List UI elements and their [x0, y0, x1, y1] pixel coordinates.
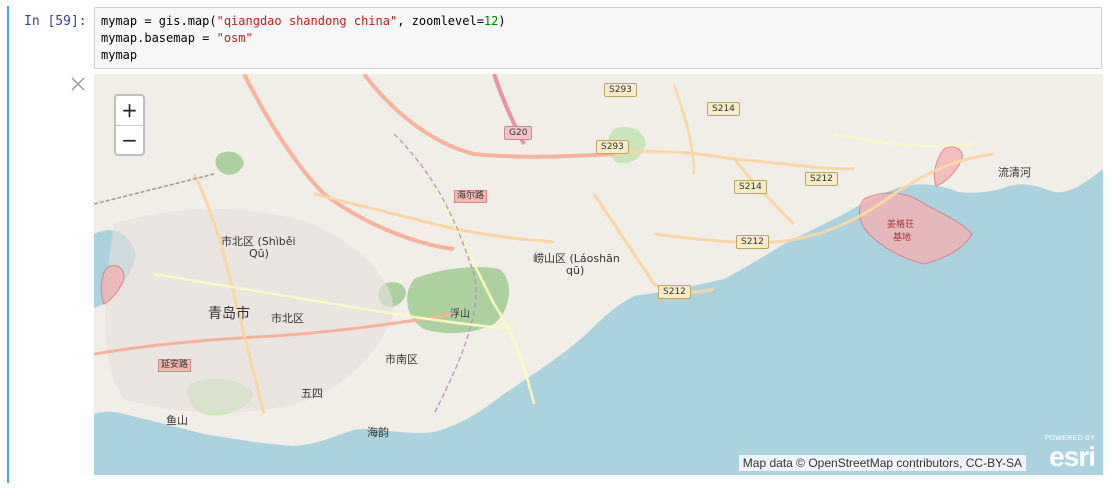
highway-shield-s212: S212	[658, 285, 691, 299]
zoom-control: + −	[114, 94, 145, 156]
map-widget[interactable]: + − S293 S293 S214 S214 S212 S212 S212 G…	[94, 74, 1103, 475]
highway-shield-g20: G20	[504, 126, 533, 140]
code-token: )	[498, 14, 506, 28]
highway-shield-s212: S212	[736, 235, 769, 249]
place-label-liuqinghe: 流清河	[998, 166, 1031, 179]
place-label-shibei: Qū)	[249, 247, 269, 260]
zoom-in-button[interactable]: +	[116, 96, 143, 126]
place-label-jiangge: 姜格荘	[887, 220, 915, 230]
code-number: 12	[483, 14, 499, 28]
highway-shield-s212: S212	[805, 172, 838, 186]
code-string: "qiangdao shandong china"	[216, 14, 398, 28]
highway-shield-s214: S214	[707, 102, 740, 116]
esri-wordmark: esri	[1049, 441, 1096, 472]
code-line-1: mymap = gis.map("qiangdao shandong china…	[101, 13, 1101, 30]
place-label-yushan: 鱼山	[166, 414, 188, 427]
highway-shield-s214: S214	[734, 180, 767, 194]
cell-selection-bar	[7, 6, 9, 483]
place-label-qingdao: 青岛市	[208, 306, 250, 322]
place-label-wusi: 五四	[301, 387, 323, 400]
code-token: mymap = gis.map(	[101, 14, 217, 28]
place-label-jiangge: 基地	[893, 233, 912, 243]
road-label-haier: 海尔路	[454, 190, 488, 203]
esri-logo: POWERED BY esri	[1033, 435, 1096, 472]
zoom-out-button[interactable]: −	[116, 126, 143, 155]
place-label-fushan: 浮山	[450, 309, 470, 320]
place-label-laoshan: qū)	[566, 264, 585, 277]
code-line-3: mymap	[101, 48, 138, 62]
map-attribution: Map data © OpenStreetMap contributors, C…	[738, 455, 1026, 471]
place-label-haiyun: 海韵	[367, 426, 389, 439]
highway-shield-s293: S293	[604, 83, 637, 97]
highway-shield-s293: S293	[596, 140, 629, 154]
place-label-shinan: 市南区	[385, 353, 418, 366]
code-token: , zoomlevel=	[397, 14, 484, 28]
code-string: "osm"	[216, 31, 253, 45]
map-tiles	[94, 74, 1103, 446]
road-label-yanan: 延安路	[158, 359, 192, 372]
cell-prompt: In [59]:	[24, 14, 87, 29]
code-line-2: mymap.basemap = "osm"	[101, 30, 1101, 47]
code-editor[interactable]: mymap = gis.map("qiangdao shandong china…	[94, 7, 1102, 69]
close-output-icon[interactable]	[70, 76, 86, 92]
place-label-shibei-district: 市北区	[271, 312, 304, 325]
code-token: mymap.basemap =	[101, 31, 217, 45]
